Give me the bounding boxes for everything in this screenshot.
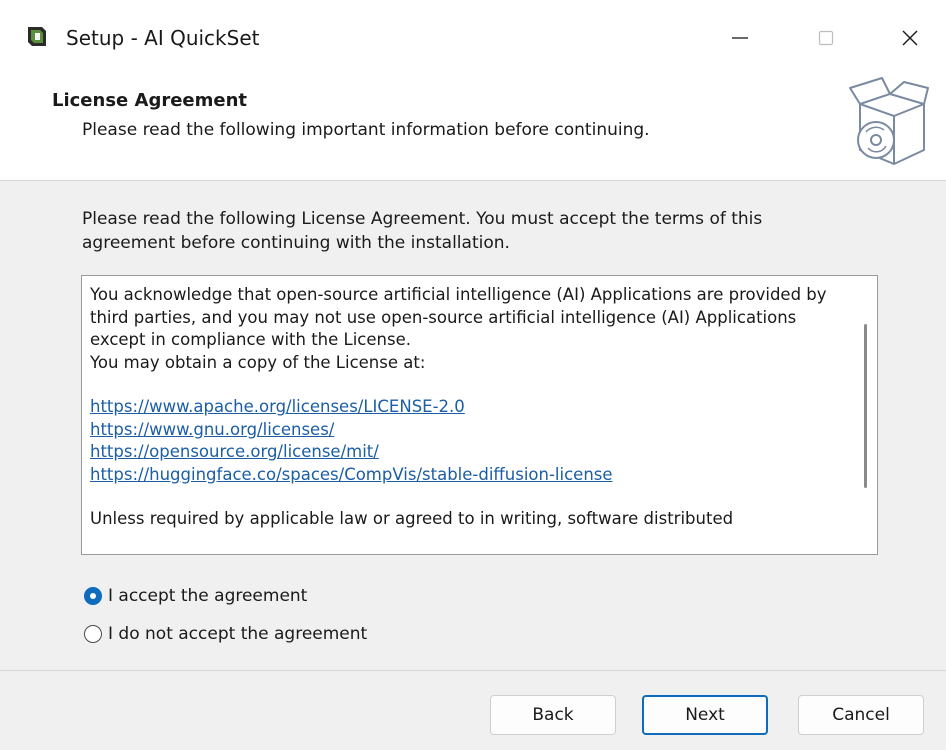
maximize-icon	[818, 30, 834, 46]
window-title: Setup - AI QuickSet	[66, 26, 260, 50]
close-icon	[902, 30, 918, 46]
accept-radio-label: I accept the agreement	[108, 586, 308, 606]
back-button[interactable]: Back	[490, 695, 616, 735]
license-link-huggingface[interactable]: https://huggingface.co/spaces/CompVis/st…	[90, 464, 840, 487]
accept-radio-button[interactable]	[84, 587, 102, 605]
license-link-mit[interactable]: https://opensource.org/license/mit/	[90, 441, 840, 464]
license-link-gnu[interactable]: https://www.gnu.org/licenses/	[90, 419, 840, 442]
license-text: You acknowledge that open-source artific…	[90, 284, 840, 531]
maximize-button	[796, 14, 856, 62]
page-subtitle: Please read the following important info…	[82, 120, 650, 140]
cancel-button[interactable]: Cancel	[798, 695, 924, 735]
title-bar[interactable]: Setup - AI QuickSet	[0, 0, 946, 80]
close-button[interactable]	[880, 14, 940, 62]
next-button[interactable]: Next	[642, 695, 768, 735]
page-title: License Agreement	[52, 90, 248, 111]
minimize-button[interactable]	[710, 14, 770, 62]
decline-radio-button[interactable]	[84, 625, 102, 643]
license-text-box[interactable]: You acknowledge that open-source artific…	[81, 275, 878, 555]
intro-text: Please read the following License Agreem…	[82, 209, 763, 253]
accept-radio-option[interactable]: I accept the agreement	[84, 586, 307, 606]
license-paragraph: Unless required by applicable law or agr…	[90, 509, 734, 528]
setup-window: Setup - AI QuickSet License Agreement Pl…	[0, 0, 946, 750]
license-paragraph: You acknowledge that open-source artific…	[90, 285, 827, 349]
minimize-icon	[732, 37, 748, 39]
wizard-header: License Agreement Please read the follow…	[0, 77, 946, 181]
license-scrollbar[interactable]	[861, 284, 871, 546]
license-paragraph: You may obtain a copy of the License at:	[90, 352, 426, 372]
license-link-apache[interactable]: https://www.apache.org/licenses/LICENSE-…	[90, 396, 840, 419]
decline-radio-label: I do not accept the agreement	[108, 624, 368, 644]
wizard-body: Please read the following License Agreem…	[0, 181, 946, 670]
app-icon	[28, 27, 46, 46]
setup-box-cd-icon	[849, 77, 929, 165]
wizard-footer: Back Next Cancel	[0, 670, 946, 750]
decline-radio-option[interactable]: I do not accept the agreement	[84, 624, 367, 644]
scrollbar-thumb[interactable]	[864, 324, 867, 488]
